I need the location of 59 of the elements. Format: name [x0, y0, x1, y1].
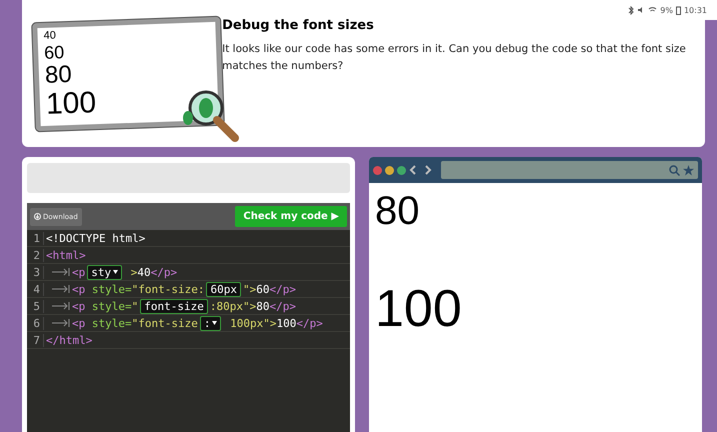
- code-token: <!DOCTYPE html>: [46, 232, 146, 244]
- code-dropdown[interactable]: :: [200, 316, 222, 330]
- line-number: 5: [27, 300, 44, 312]
- line-number: 4: [27, 282, 44, 296]
- line-number: 2: [27, 248, 44, 262]
- line-number: 3: [27, 266, 44, 278]
- code-token: ">: [242, 282, 256, 296]
- code-token: </p>: [296, 316, 323, 330]
- code-token: style=: [90, 316, 132, 330]
- code-token: </p>: [150, 266, 178, 278]
- clock-time: 10:31: [684, 6, 707, 14]
- forward-icon[interactable]: [424, 165, 432, 175]
- line-number: 7: [27, 334, 44, 346]
- code-token: 80: [256, 300, 270, 312]
- code-token: style=: [90, 282, 132, 296]
- illustration-number: 100: [46, 85, 98, 120]
- download-icon: [34, 213, 41, 220]
- illustration-number: 60: [44, 41, 66, 62]
- code-token: 40: [137, 266, 151, 278]
- code-token: </html>: [46, 334, 92, 346]
- code-token: style=: [90, 300, 132, 312]
- caret-icon: [113, 270, 118, 274]
- preview-text: 80: [375, 191, 420, 231]
- code-token: 100: [276, 316, 296, 330]
- code-token: <html>: [46, 248, 86, 262]
- illustration-number: 40: [43, 28, 58, 42]
- battery-percent: 9%: [660, 6, 673, 14]
- star-icon[interactable]: [683, 164, 694, 176]
- code-token: >: [130, 266, 138, 278]
- line-number: 6: [27, 316, 44, 330]
- illustration-number: 80: [44, 60, 74, 88]
- minimize-dot[interactable]: [385, 166, 394, 174]
- code-token: 60: [256, 282, 270, 296]
- code-block[interactable]: font-size: [140, 298, 208, 314]
- code-token: "font-size: [132, 316, 198, 330]
- code-dropdown[interactable]: sty: [87, 264, 122, 280]
- code-block[interactable]: 60px: [206, 282, 241, 296]
- code-token: </p>: [269, 282, 296, 296]
- maximize-dot[interactable]: [397, 166, 406, 174]
- bluetooth-icon: [628, 6, 634, 14]
- preview-text: 100: [375, 283, 463, 335]
- code-token: <p: [72, 316, 86, 330]
- code-token: 100px">: [229, 316, 276, 330]
- code-token: </p>: [269, 300, 296, 312]
- code-token: ": [132, 300, 138, 312]
- wifi-icon: [648, 6, 658, 14]
- battery-icon: [676, 6, 681, 14]
- task-title: Debug the font sizes: [222, 18, 375, 33]
- close-dot[interactable]: [373, 166, 382, 174]
- search-icon[interactable]: [669, 164, 680, 176]
- code-token: :80px">: [210, 300, 256, 312]
- code-token: "font-size:: [132, 282, 204, 296]
- code-token: <p: [72, 266, 86, 278]
- task-description: It looks like our code has some errors in it. Can you debug the code so that the font size matches the numbers?: [222, 42, 687, 74]
- line-number: 1: [27, 232, 44, 244]
- code-token: <p: [72, 300, 86, 312]
- code-token: <p: [72, 282, 86, 296]
- caret-icon: [212, 321, 218, 325]
- back-icon[interactable]: [409, 165, 417, 175]
